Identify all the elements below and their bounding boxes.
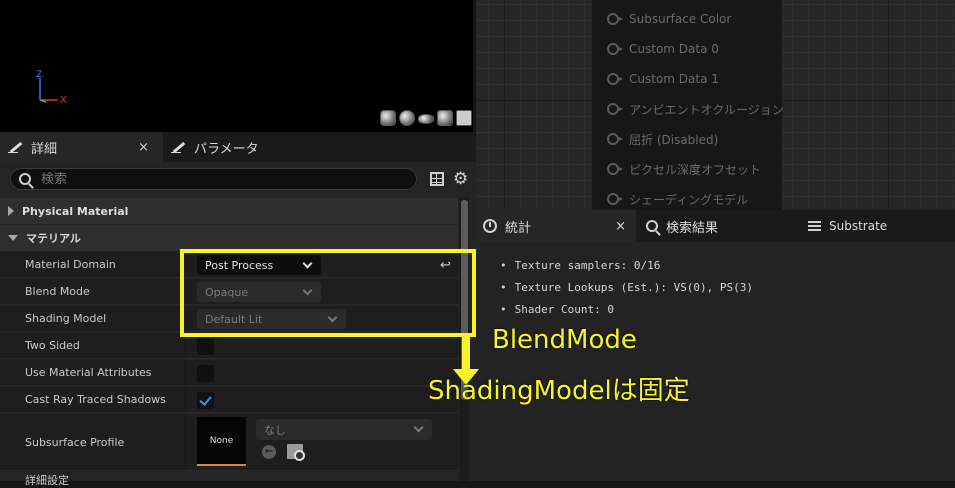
- subsurface-profile-thumbnail[interactable]: None: [197, 417, 246, 466]
- stats-panel: [476, 242, 955, 481]
- browse-asset-icon[interactable]: [287, 444, 305, 461]
- tab-stats[interactable]: 統計 ×: [476, 210, 636, 242]
- stat-line: Texture Lookups (Est.): VS(0), PS(3): [500, 281, 753, 294]
- tab-search-results-label: 検索結果: [666, 220, 719, 236]
- use-selected-asset-icon[interactable]: ←: [262, 445, 276, 459]
- pin-custom-data-0[interactable]: Custom Data 0: [607, 39, 719, 59]
- tab-substrate[interactable]: Substrate: [800, 210, 887, 242]
- subsurface-profile-dropdown[interactable]: なし: [256, 419, 432, 440]
- pin-shading-model[interactable]: シェーディングモデル: [607, 189, 748, 209]
- chevron-down-icon: [413, 422, 424, 433]
- tab-details-label: 詳細: [31, 141, 58, 157]
- sphere-preview-icon[interactable]: [399, 110, 415, 126]
- use-material-attributes-label: Use Material Attributes: [25, 366, 152, 379]
- tab-search-results[interactable]: 検索結果: [638, 210, 718, 242]
- z-axis-label: Z: [36, 70, 42, 80]
- details-search-box[interactable]: [10, 168, 417, 190]
- pin-icon: [607, 133, 623, 145]
- search-icon: [646, 220, 658, 232]
- row-use-material-attributes: Use Material Attributes: [0, 360, 458, 386]
- pin-icon: [607, 13, 623, 25]
- list-icon: [808, 220, 821, 232]
- pin-pixel-depth-offset[interactable]: ピクセル深度オフセット: [607, 159, 761, 179]
- close-icon[interactable]: ×: [615, 219, 626, 234]
- search-icon: [19, 173, 31, 185]
- section-material-label: マテリアル: [26, 232, 81, 245]
- pin-icon: [607, 73, 623, 85]
- stats-icon: [483, 219, 497, 233]
- cast-ray-traced-shadows-label: Cast Ray Traced Shadows: [25, 393, 166, 406]
- shading-model-label: Shading Model: [25, 312, 107, 325]
- column-divider[interactable]: [185, 387, 186, 412]
- expand-arrow-icon: [8, 206, 14, 216]
- x-axis-label: X: [60, 95, 67, 106]
- gear-icon[interactable]: ⚙: [453, 170, 468, 188]
- annotation-blendmode: BlendMode: [492, 325, 637, 355]
- annotation-shading-model-fixed: ShadingModelは固定: [428, 376, 690, 406]
- stat-line: Texture samplers: 0/16: [500, 259, 661, 272]
- collapse-arrow-icon: [8, 235, 18, 241]
- cylinder-preview-icon[interactable]: [380, 110, 396, 126]
- two-sided-checkbox[interactable]: [197, 338, 214, 355]
- tab-details[interactable]: 詳細 ×: [0, 132, 163, 162]
- annotation-highlight-box: [180, 249, 476, 337]
- pencil-icon: [8, 141, 24, 153]
- column-divider[interactable]: [185, 414, 186, 470]
- table-view-icon[interactable]: [430, 172, 444, 186]
- pin-icon: [607, 43, 623, 55]
- subsurface-profile-label: Subsurface Profile: [25, 436, 125, 449]
- row-cast-ray-traced-shadows: Cast Ray Traced Shadows: [0, 387, 458, 413]
- tab-stats-label: 統計: [505, 220, 532, 236]
- pin-subsurface-color[interactable]: Subsurface Color: [607, 9, 731, 29]
- preview-shape-toolbar: [380, 110, 474, 128]
- tab-parameters-label: パラメータ: [194, 141, 259, 157]
- advanced-settings-row-label[interactable]: 詳細設定: [25, 472, 69, 488]
- annotation-arrow-shaft: [462, 337, 470, 371]
- cast-ray-traced-shadows-checkbox[interactable]: [197, 392, 214, 409]
- plane-preview-icon[interactable]: [418, 114, 434, 124]
- blend-mode-label: Blend Mode: [25, 285, 90, 298]
- section-physical-material-label: Physical Material: [22, 204, 129, 218]
- pin-refraction[interactable]: 屈折 (Disabled): [607, 129, 718, 149]
- stat-line: Shader Count: 0: [500, 303, 614, 316]
- pin-icon: [607, 163, 623, 175]
- close-icon[interactable]: ×: [138, 140, 149, 155]
- pin-icon: [607, 103, 623, 115]
- section-physical-material[interactable]: Physical Material: [0, 198, 458, 224]
- subsurface-profile-value: なし: [264, 423, 286, 437]
- pin-icon: [607, 193, 623, 205]
- axis-gizmo: Z X: [36, 70, 67, 106]
- pin-ambient-occlusion[interactable]: アンビエントオクルージョン: [607, 99, 784, 119]
- teapot-preview-icon[interactable]: [456, 110, 472, 126]
- pin-custom-data-1[interactable]: Custom Data 1: [607, 69, 719, 89]
- two-sided-label: Two Sided: [25, 339, 80, 352]
- material-domain-label: Material Domain: [25, 258, 116, 271]
- pencil-icon: [171, 141, 187, 153]
- section-material[interactable]: マテリアル: [0, 225, 458, 251]
- search-input[interactable]: [41, 171, 341, 187]
- cube-preview-icon[interactable]: [437, 110, 453, 126]
- column-divider[interactable]: [185, 360, 186, 385]
- use-material-attributes-checkbox[interactable]: [197, 365, 214, 382]
- tab-substrate-label: Substrate: [829, 219, 888, 233]
- tab-parameters[interactable]: パラメータ: [165, 132, 345, 162]
